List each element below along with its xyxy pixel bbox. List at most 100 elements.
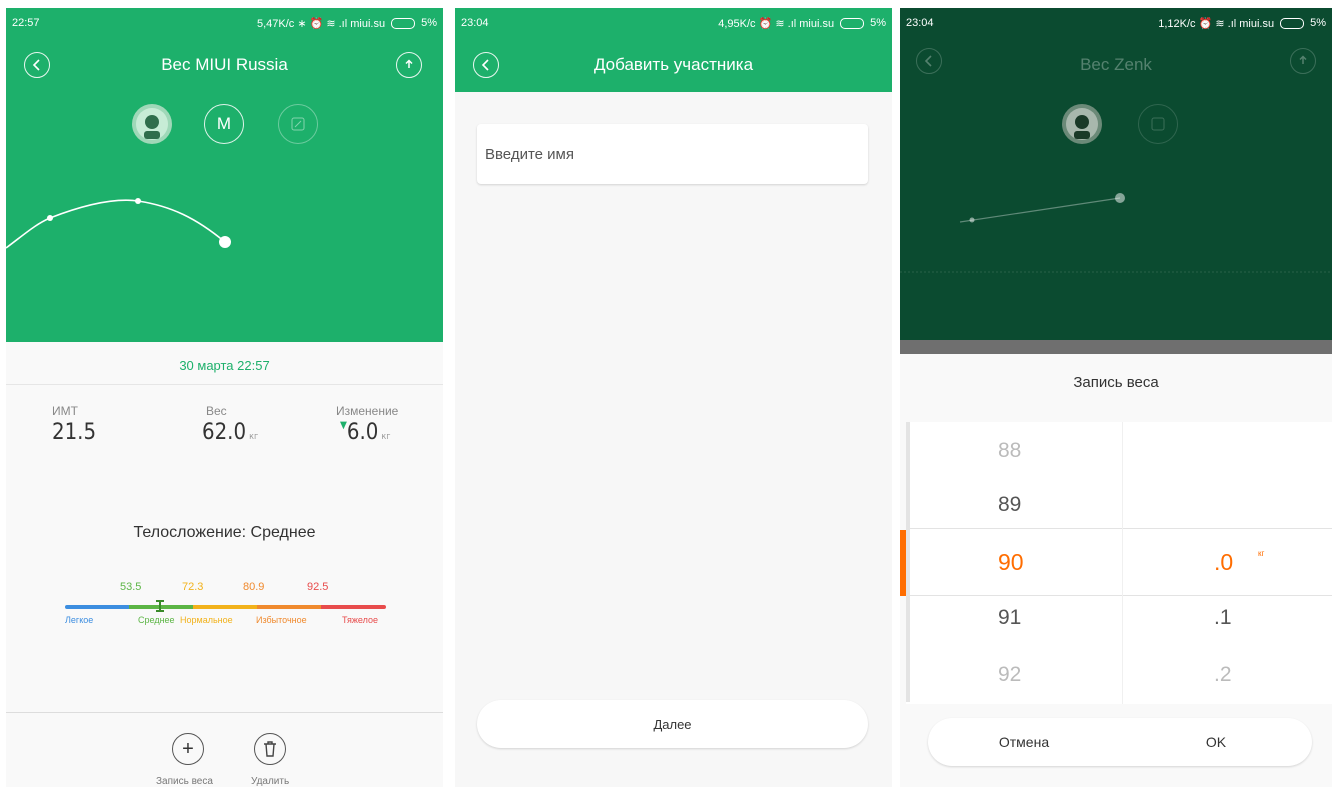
status-indicators: 1,12K/c ⏰ ≋ .ıl miui.su bbox=[1158, 17, 1275, 30]
next-label: Далее bbox=[653, 716, 692, 732]
picker-row[interactable]: 89 bbox=[906, 476, 1332, 534]
weight-stat: Вес 62.0 кг bbox=[202, 404, 322, 445]
title-bar: Добавить участника bbox=[455, 38, 892, 92]
scale-segment-normal bbox=[193, 605, 257, 609]
edit-member-button bbox=[1138, 104, 1178, 144]
scale-threshold: 92.5 bbox=[307, 581, 329, 593]
picker-unit: кг bbox=[1258, 549, 1265, 558]
change-value: 6.0 bbox=[346, 420, 379, 445]
avatar-image bbox=[136, 108, 168, 140]
scale-label-heavy: Тяжелое bbox=[342, 615, 378, 625]
name-input-box bbox=[477, 124, 868, 184]
bmi-value: 21.5 bbox=[52, 420, 97, 445]
trend-point-current bbox=[1115, 193, 1125, 203]
next-button[interactable]: Далее bbox=[477, 700, 868, 748]
weight-screen: 22:57 5,47K/c ∗ ⏰ ≋ .ıl miui.su 5% Вес MI… bbox=[6, 8, 443, 787]
ok-button[interactable]: OK bbox=[1120, 718, 1312, 766]
scale-label-medium: Среднее bbox=[138, 615, 175, 625]
status-bar: 22:57 5,47K/c ∗ ⏰ ≋ .ıl miui.su 5% bbox=[6, 8, 443, 38]
weight-trend-chart bbox=[900, 193, 1332, 273]
back-button[interactable] bbox=[24, 52, 50, 78]
picker-integer: 91 bbox=[998, 606, 1022, 629]
change-label: Изменение bbox=[336, 404, 399, 418]
status-time: 22:57 bbox=[12, 17, 40, 29]
trend-point bbox=[135, 198, 141, 204]
user-avatar bbox=[1062, 104, 1102, 144]
scale-marker bbox=[156, 600, 164, 612]
status-bar: 23:04 1,12K/c ⏰ ≋ .ıl miui.su 5% bbox=[900, 8, 1332, 38]
weight-value: 62.0 bbox=[202, 420, 247, 445]
picker-decimal: .2 bbox=[1214, 663, 1232, 686]
picker-decimal: .1 bbox=[1214, 606, 1232, 629]
battery-icon bbox=[391, 17, 416, 29]
scale-threshold: 53.5 bbox=[120, 581, 142, 593]
weight-picker[interactable]: 88 89 90.0 кг 91.1 92.2 bbox=[900, 422, 1332, 704]
battery-percent: 5% bbox=[870, 17, 886, 29]
member-avatar-m[interactable]: M bbox=[204, 104, 244, 144]
trash-icon bbox=[264, 741, 276, 757]
weight-unit: кг bbox=[249, 432, 259, 442]
trend-line bbox=[6, 199, 226, 249]
picker-row[interactable]: 88 bbox=[906, 422, 1332, 480]
status-indicators: 4,95K/c ⏰ ≋ .ıl miui.su bbox=[718, 17, 835, 30]
scale-threshold: 72.3 bbox=[182, 581, 204, 593]
ok-label: OK bbox=[1205, 734, 1227, 750]
upload-icon bbox=[1299, 55, 1307, 64]
user-avatar[interactable] bbox=[132, 104, 172, 144]
scale-label-light: Легкое bbox=[65, 615, 94, 625]
trend-point-current bbox=[219, 236, 231, 248]
name-input[interactable] bbox=[477, 124, 868, 184]
page-title: Добавить участника bbox=[593, 55, 754, 74]
page-title: Вес MIUI Russia bbox=[161, 55, 288, 74]
add-weight-button[interactable]: + bbox=[172, 733, 204, 765]
avatar-letter: M bbox=[216, 114, 232, 133]
title-bar: Вес Zenk bbox=[900, 38, 1332, 92]
scale-segment-over bbox=[257, 605, 321, 609]
cancel-label: Отмена bbox=[998, 734, 1050, 750]
trend-point bbox=[969, 217, 975, 223]
bmi-label: ИМТ bbox=[52, 404, 78, 418]
trend-line bbox=[959, 197, 1121, 223]
picker-integer: 89 bbox=[998, 493, 1022, 516]
picker-integer: 90 bbox=[998, 549, 1024, 575]
arrow-down-icon: ▼ bbox=[340, 420, 347, 431]
picker-row[interactable]: 92.2 bbox=[906, 646, 1332, 704]
picker-integer: 88 bbox=[998, 439, 1022, 462]
upload-button[interactable] bbox=[396, 52, 422, 78]
chevron-left-icon bbox=[924, 55, 932, 67]
chevron-left-icon bbox=[32, 59, 40, 71]
bmi-stat: ИМТ 21.5 bbox=[52, 404, 172, 445]
picker-row[interactable]: 91.1 bbox=[906, 589, 1332, 647]
delete-button[interactable] bbox=[254, 733, 286, 765]
scale-segment-heavy bbox=[321, 605, 386, 609]
status-bar: 23:04 4,95K/c ⏰ ≋ .ıl miui.su 5% bbox=[455, 8, 892, 38]
cancel-button[interactable]: Отмена bbox=[928, 718, 1120, 766]
title-bar: Вес MIUI Russia bbox=[6, 38, 443, 92]
dimmed-date-strip bbox=[900, 340, 1332, 354]
scale-segment-light bbox=[65, 605, 129, 609]
edit-icon bbox=[1151, 117, 1165, 131]
back-button[interactable] bbox=[473, 52, 499, 78]
delete-label: Удалить bbox=[251, 776, 290, 787]
change-stat: Изменение ▼6.0 кг bbox=[336, 404, 443, 445]
picker-integer: 92 bbox=[998, 663, 1022, 686]
status-time: 23:04 bbox=[906, 17, 934, 29]
scale-label-over: Избыточное bbox=[256, 615, 307, 625]
back-button bbox=[916, 48, 942, 74]
measurement-date: 30 марта 22:57 bbox=[6, 348, 443, 385]
battery-percent: 5% bbox=[1310, 17, 1326, 29]
battery-percent: 5% bbox=[421, 17, 437, 29]
scale-threshold: 80.9 bbox=[243, 581, 265, 593]
edit-icon bbox=[291, 117, 305, 131]
edit-member-button[interactable] bbox=[278, 104, 318, 144]
avatar-image bbox=[1066, 108, 1098, 140]
weight-entry-screen: 23:04 1,12K/c ⏰ ≋ .ıl miui.su 5% Вес Zenk… bbox=[900, 8, 1332, 787]
add-weight-label: Запись веса bbox=[156, 776, 213, 787]
weight-label: Вес bbox=[206, 404, 227, 418]
upload-button bbox=[1290, 48, 1316, 74]
add-member-screen: 23:04 4,95K/c ⏰ ≋ .ıl miui.su 5% Добавить… bbox=[455, 8, 892, 787]
change-unit: кг bbox=[381, 432, 391, 442]
dialog-title: Запись веса bbox=[1073, 374, 1159, 391]
picker-row-selected[interactable]: 90 .0 кг bbox=[906, 533, 1332, 591]
battery-icon bbox=[840, 17, 865, 29]
